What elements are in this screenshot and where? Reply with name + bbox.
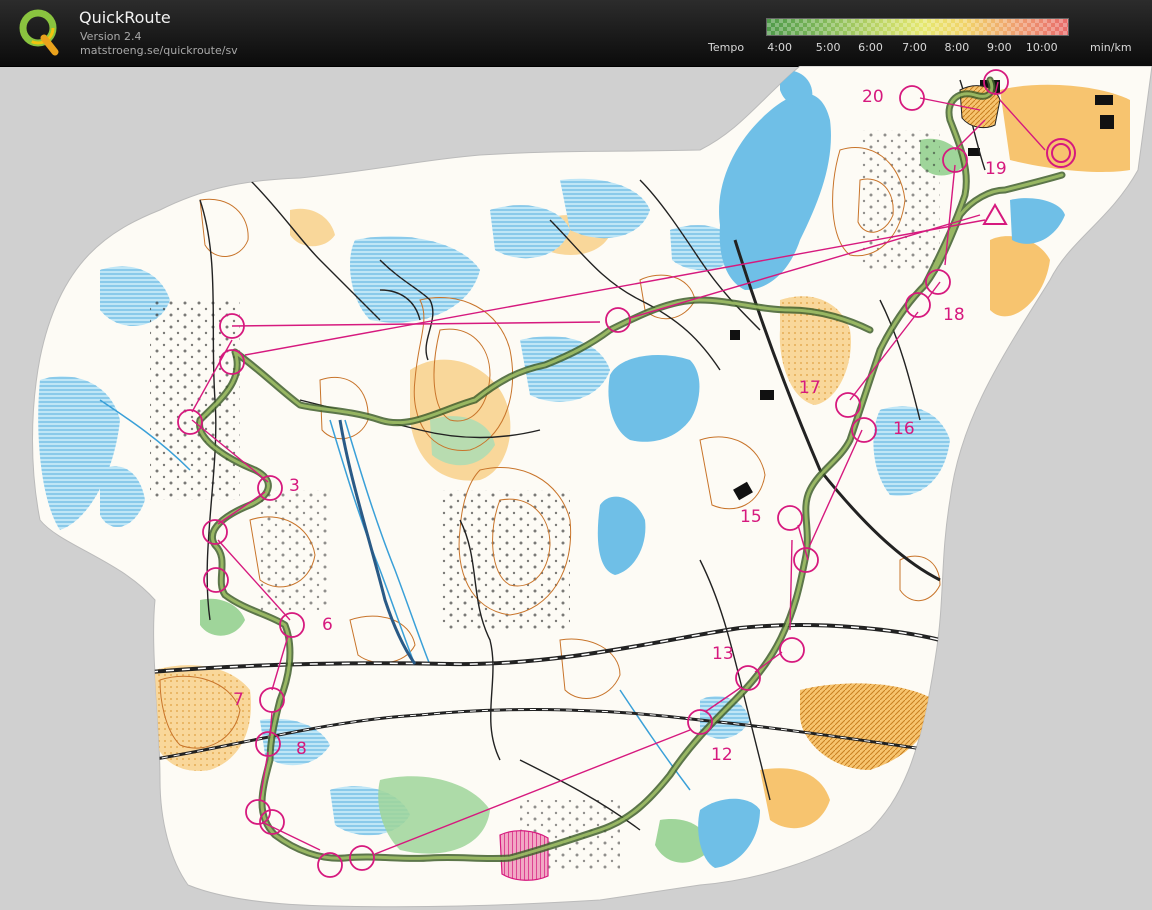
control-number: 17 [799,378,821,398]
quickroute-logo-icon [19,9,59,56]
control-number: 20 [862,87,884,107]
control-number: 19 [985,159,1007,179]
app-version: Version 2.4 [80,30,142,43]
legend-tick: 6:00 [858,41,883,54]
control-number: 18 [943,305,965,325]
control-number: 15 [740,507,762,527]
legend-unit: min/km [1090,41,1132,54]
control-number: 7 [233,690,244,710]
legend-tick: 8:00 [944,41,970,54]
legend-tick: 9:00 [986,41,1012,54]
control-number: 8 [296,739,307,759]
control-number: 12 [711,745,733,765]
legend-title: Tempo [708,41,745,54]
pace-color-scale [766,18,1069,36]
map-canvas[interactable]: 3 6 7 8 12 13 15 16 17 18 19 20 [0,66,1152,910]
control-number: 13 [712,644,734,664]
legend-ticks: 4:00 5:00 6:00 7:00 8:00 9:00 10:00 [766,41,1069,55]
legend-tick: 5:00 [815,41,841,54]
legend-tick: 4:00 [767,41,792,54]
app-title: QuickRoute [79,8,171,27]
orienteering-map[interactable]: 3 6 7 8 12 13 15 16 17 18 19 20 [0,66,1152,910]
app-header: QuickRoute Version 2.4 matstroeng.se/qui… [0,0,1152,67]
control-number: 6 [322,615,333,635]
control-number: 16 [893,419,915,439]
legend-tick: 7:00 [902,41,927,54]
legend-tick: 10:00 [1025,41,1058,54]
control-number: 3 [289,476,300,496]
app-url: matstroeng.se/quickroute/sv [80,44,238,57]
